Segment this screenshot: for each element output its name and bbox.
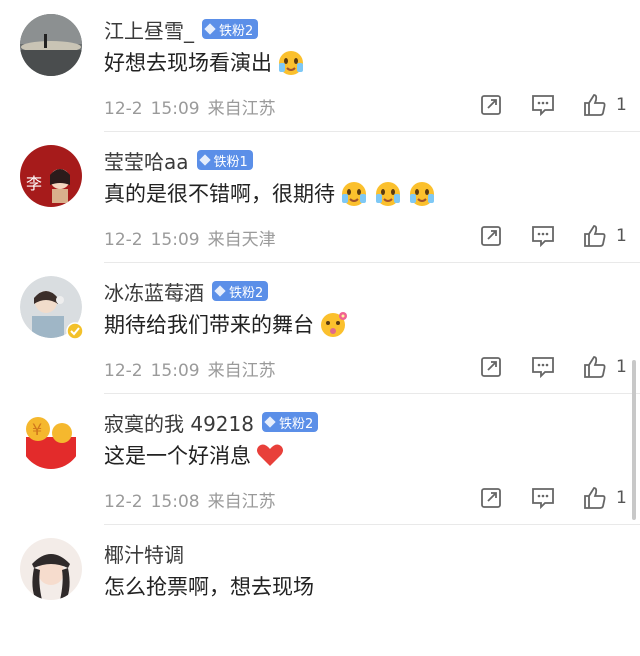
flower-face-emoji-icon	[321, 312, 347, 337]
fan-badge: 铁粉1	[196, 150, 253, 170]
share-icon[interactable]	[476, 352, 506, 382]
divider	[104, 524, 640, 525]
comment-meta: 12-2 15:08 来自江苏	[104, 487, 284, 512]
fan-badge: 铁粉2	[261, 412, 319, 432]
scrollbar[interactable]	[632, 360, 636, 520]
diamond-icon	[264, 416, 276, 428]
divider	[104, 262, 640, 263]
like-count: 1	[616, 357, 627, 377]
comment-time: 15:08	[150, 492, 200, 512]
badge-label: 铁粉1	[213, 154, 248, 170]
avatar[interactable]: ¥	[20, 407, 82, 469]
avatar[interactable]	[20, 538, 82, 600]
comment-body: 期待给我们带来的舞台	[104, 313, 314, 337]
like-count: 1	[616, 488, 627, 508]
comment-meta: 12-2 15:09 来自江苏	[104, 94, 284, 119]
username[interactable]: 冰冻蓝莓酒	[104, 277, 204, 306]
comment-header: 冰冻蓝莓酒 铁粉2	[104, 276, 269, 306]
verified-icon	[66, 322, 84, 340]
comment-time: 15:09	[150, 230, 200, 250]
comment-time: 15:09	[150, 361, 200, 381]
comment-date: 12-2	[104, 361, 143, 381]
comment-actions: 1	[476, 483, 627, 513]
diamond-icon	[204, 23, 216, 35]
diamond-icon	[214, 285, 226, 297]
comment-body: 好想去现场看演出	[104, 51, 272, 75]
comment-meta: 12-2 15:09 来自江苏	[104, 356, 284, 381]
comment-time: 15:09	[150, 99, 200, 119]
username[interactable]: 寂寞的我 49218	[104, 408, 254, 437]
avatar-char: 李	[26, 174, 42, 193]
avatar[interactable]: 李	[20, 145, 82, 207]
comment-header: 椰汁特调	[104, 538, 184, 568]
comment-body: 怎么抢票啊，想去现场	[104, 575, 314, 599]
comment-header: 寂寞的我 49218 铁粉2	[104, 407, 319, 437]
badge-label: 铁粉2	[278, 416, 314, 432]
comment-location: 来自天津	[207, 230, 276, 250]
blush-face-emoji-icon	[279, 51, 303, 75]
divider	[104, 393, 640, 394]
comment-reply-icon[interactable]	[528, 483, 558, 513]
comment-reply-icon[interactable]	[528, 90, 558, 120]
avatar[interactable]	[20, 276, 84, 340]
avatar[interactable]	[20, 14, 82, 76]
share-icon[interactable]	[476, 90, 506, 120]
like-icon[interactable]	[580, 483, 610, 513]
svg-text:¥: ¥	[32, 420, 42, 439]
blush-face-emoji-icon	[410, 182, 434, 206]
comment-text: 这是一个好消息	[104, 439, 285, 471]
divider	[104, 131, 640, 132]
heart-emoji-icon	[257, 444, 283, 466]
comment-actions: 1	[476, 90, 627, 120]
comment-date: 12-2	[104, 492, 143, 512]
badge-label: 铁粉2	[219, 23, 254, 39]
comment-text: 怎么抢票啊，想去现场	[104, 570, 314, 602]
comment-actions: 1	[476, 352, 627, 382]
like-count: 1	[616, 95, 627, 115]
comment-item: 椰汁特调 怎么抢票啊，想去现场	[0, 524, 640, 656]
comment-body: 这是一个好消息	[104, 444, 251, 468]
comment-text: 好想去现场看演出	[104, 46, 306, 78]
comment-item: 冰冻蓝莓酒 铁粉2 期待给我们带来的舞台 12-2 15:09 来自江苏 1	[0, 262, 640, 394]
comment-header: 莹莹哈aa 铁粉1	[104, 145, 253, 175]
comment-text: 期待给我们带来的舞台	[104, 308, 348, 340]
like-icon[interactable]	[580, 221, 610, 251]
comment-reply-icon[interactable]	[528, 352, 558, 382]
blush-face-emoji-icon	[376, 182, 400, 206]
diamond-icon	[198, 154, 211, 166]
comment-item: 江上昼雪_ 铁粉2 好想去现场看演出 12-2 15:09 来自江苏 1	[0, 0, 640, 132]
comment-text: 真的是很不错啊，很期待	[104, 177, 437, 209]
share-icon[interactable]	[476, 221, 506, 251]
comment-actions: 1	[476, 221, 627, 251]
comment-date: 12-2	[104, 99, 143, 119]
fan-badge: 铁粉2	[202, 19, 259, 39]
share-icon[interactable]	[476, 483, 506, 513]
comment-header: 江上昼雪_ 铁粉2	[104, 14, 259, 44]
username[interactable]: 莹莹哈aa	[104, 146, 189, 175]
comment-item: 李 莹莹哈aa 铁粉1 真的是很不错啊，很期待 12-2 15:09 来自天津 1	[0, 131, 640, 263]
comment-body: 真的是很不错啊，很期待	[104, 182, 335, 206]
comment-date: 12-2	[104, 230, 143, 250]
comment-location: 来自江苏	[207, 99, 276, 119]
fan-badge: 铁粉2	[212, 281, 269, 301]
like-count: 1	[616, 226, 627, 246]
comment-location: 来自江苏	[207, 492, 276, 512]
comment-item: ¥ 寂寞的我 49218 铁粉2 这是一个好消息 12-2 15:08 来自江苏 1	[0, 393, 640, 525]
like-icon[interactable]	[580, 90, 610, 120]
badge-label: 铁粉2	[229, 285, 264, 301]
like-icon[interactable]	[580, 352, 610, 382]
comment-reply-icon[interactable]	[528, 221, 558, 251]
blush-face-emoji-icon	[342, 182, 366, 206]
comment-meta: 12-2 15:09 来自天津	[104, 225, 284, 250]
comment-location: 来自江苏	[207, 361, 276, 381]
username[interactable]: 江上昼雪_	[104, 15, 194, 44]
username[interactable]: 椰汁特调	[104, 539, 184, 568]
